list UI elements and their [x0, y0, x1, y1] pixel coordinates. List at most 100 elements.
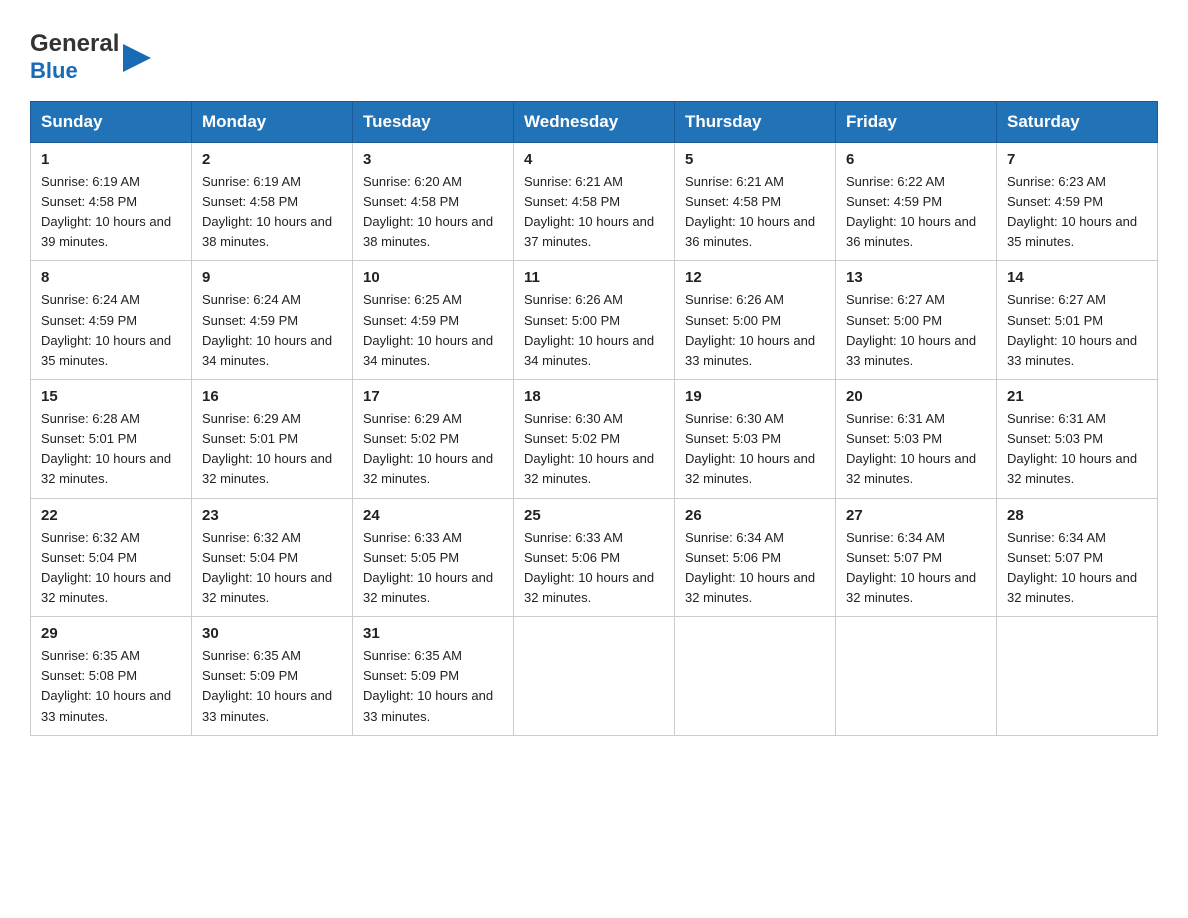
calendar-day-cell: 31 Sunrise: 6:35 AM Sunset: 5:09 PM Dayl…	[353, 617, 514, 736]
day-number: 10	[363, 269, 503, 286]
calendar-empty-cell	[675, 617, 836, 736]
column-header-tuesday: Tuesday	[353, 101, 514, 142]
day-info: Sunrise: 6:23 AM Sunset: 4:59 PM Dayligh…	[1007, 172, 1147, 253]
day-number: 5	[685, 151, 825, 168]
calendar-day-cell: 18 Sunrise: 6:30 AM Sunset: 5:02 PM Dayl…	[514, 380, 675, 499]
day-info: Sunrise: 6:30 AM Sunset: 5:03 PM Dayligh…	[685, 409, 825, 490]
calendar-week-row: 1 Sunrise: 6:19 AM Sunset: 4:58 PM Dayli…	[31, 142, 1158, 261]
day-number: 24	[363, 507, 503, 524]
day-number: 26	[685, 507, 825, 524]
day-number: 31	[363, 625, 503, 642]
logo: General Blue	[30, 30, 151, 83]
calendar-day-cell: 16 Sunrise: 6:29 AM Sunset: 5:01 PM Dayl…	[192, 380, 353, 499]
day-info: Sunrise: 6:20 AM Sunset: 4:58 PM Dayligh…	[363, 172, 503, 253]
calendar-day-cell: 17 Sunrise: 6:29 AM Sunset: 5:02 PM Dayl…	[353, 380, 514, 499]
day-info: Sunrise: 6:27 AM Sunset: 5:01 PM Dayligh…	[1007, 290, 1147, 371]
day-number: 6	[846, 151, 986, 168]
day-info: Sunrise: 6:19 AM Sunset: 4:58 PM Dayligh…	[41, 172, 181, 253]
calendar-day-cell: 6 Sunrise: 6:22 AM Sunset: 4:59 PM Dayli…	[836, 142, 997, 261]
calendar-day-cell: 27 Sunrise: 6:34 AM Sunset: 5:07 PM Dayl…	[836, 498, 997, 617]
calendar-day-cell: 20 Sunrise: 6:31 AM Sunset: 5:03 PM Dayl…	[836, 380, 997, 499]
calendar-empty-cell	[514, 617, 675, 736]
column-header-monday: Monday	[192, 101, 353, 142]
calendar-header-row: SundayMondayTuesdayWednesdayThursdayFrid…	[31, 101, 1158, 142]
calendar-empty-cell	[997, 617, 1158, 736]
column-header-wednesday: Wednesday	[514, 101, 675, 142]
calendar-day-cell: 1 Sunrise: 6:19 AM Sunset: 4:58 PM Dayli…	[31, 142, 192, 261]
day-number: 4	[524, 151, 664, 168]
calendar-week-row: 29 Sunrise: 6:35 AM Sunset: 5:08 PM Dayl…	[31, 617, 1158, 736]
day-info: Sunrise: 6:33 AM Sunset: 5:05 PM Dayligh…	[363, 528, 503, 609]
calendar-day-cell: 3 Sunrise: 6:20 AM Sunset: 4:58 PM Dayli…	[353, 142, 514, 261]
column-header-thursday: Thursday	[675, 101, 836, 142]
day-info: Sunrise: 6:21 AM Sunset: 4:58 PM Dayligh…	[524, 172, 664, 253]
day-info: Sunrise: 6:19 AM Sunset: 4:58 PM Dayligh…	[202, 172, 342, 253]
day-number: 14	[1007, 269, 1147, 286]
day-info: Sunrise: 6:29 AM Sunset: 5:01 PM Dayligh…	[202, 409, 342, 490]
day-info: Sunrise: 6:34 AM Sunset: 5:07 PM Dayligh…	[846, 528, 986, 609]
day-number: 21	[1007, 388, 1147, 405]
calendar-day-cell: 30 Sunrise: 6:35 AM Sunset: 5:09 PM Dayl…	[192, 617, 353, 736]
day-number: 3	[363, 151, 503, 168]
calendar-day-cell: 11 Sunrise: 6:26 AM Sunset: 5:00 PM Dayl…	[514, 261, 675, 380]
day-number: 25	[524, 507, 664, 524]
day-number: 30	[202, 625, 342, 642]
calendar-day-cell: 15 Sunrise: 6:28 AM Sunset: 5:01 PM Dayl…	[31, 380, 192, 499]
logo-text-general: General	[30, 30, 119, 58]
calendar-day-cell: 21 Sunrise: 6:31 AM Sunset: 5:03 PM Dayl…	[997, 380, 1158, 499]
day-info: Sunrise: 6:24 AM Sunset: 4:59 PM Dayligh…	[41, 290, 181, 371]
logo-text-blue: Blue	[30, 58, 119, 83]
calendar-day-cell: 29 Sunrise: 6:35 AM Sunset: 5:08 PM Dayl…	[31, 617, 192, 736]
calendar-day-cell: 24 Sunrise: 6:33 AM Sunset: 5:05 PM Dayl…	[353, 498, 514, 617]
day-info: Sunrise: 6:28 AM Sunset: 5:01 PM Dayligh…	[41, 409, 181, 490]
calendar-day-cell: 14 Sunrise: 6:27 AM Sunset: 5:01 PM Dayl…	[997, 261, 1158, 380]
calendar-week-row: 22 Sunrise: 6:32 AM Sunset: 5:04 PM Dayl…	[31, 498, 1158, 617]
day-number: 15	[41, 388, 181, 405]
day-number: 16	[202, 388, 342, 405]
column-header-saturday: Saturday	[997, 101, 1158, 142]
day-info: Sunrise: 6:34 AM Sunset: 5:07 PM Dayligh…	[1007, 528, 1147, 609]
day-info: Sunrise: 6:32 AM Sunset: 5:04 PM Dayligh…	[41, 528, 181, 609]
day-info: Sunrise: 6:31 AM Sunset: 5:03 PM Dayligh…	[846, 409, 986, 490]
day-number: 13	[846, 269, 986, 286]
day-number: 7	[1007, 151, 1147, 168]
day-number: 20	[846, 388, 986, 405]
day-info: Sunrise: 6:35 AM Sunset: 5:08 PM Dayligh…	[41, 646, 181, 727]
day-info: Sunrise: 6:27 AM Sunset: 5:00 PM Dayligh…	[846, 290, 986, 371]
calendar-day-cell: 8 Sunrise: 6:24 AM Sunset: 4:59 PM Dayli…	[31, 261, 192, 380]
calendar-day-cell: 9 Sunrise: 6:24 AM Sunset: 4:59 PM Dayli…	[192, 261, 353, 380]
calendar-day-cell: 13 Sunrise: 6:27 AM Sunset: 5:00 PM Dayl…	[836, 261, 997, 380]
column-header-sunday: Sunday	[31, 101, 192, 142]
logo-arrow-icon	[123, 44, 151, 72]
day-info: Sunrise: 6:35 AM Sunset: 5:09 PM Dayligh…	[202, 646, 342, 727]
day-info: Sunrise: 6:35 AM Sunset: 5:09 PM Dayligh…	[363, 646, 503, 727]
day-number: 2	[202, 151, 342, 168]
day-number: 19	[685, 388, 825, 405]
day-number: 27	[846, 507, 986, 524]
day-info: Sunrise: 6:24 AM Sunset: 4:59 PM Dayligh…	[202, 290, 342, 371]
day-number: 29	[41, 625, 181, 642]
day-info: Sunrise: 6:30 AM Sunset: 5:02 PM Dayligh…	[524, 409, 664, 490]
day-info: Sunrise: 6:26 AM Sunset: 5:00 PM Dayligh…	[524, 290, 664, 371]
day-number: 28	[1007, 507, 1147, 524]
day-info: Sunrise: 6:22 AM Sunset: 4:59 PM Dayligh…	[846, 172, 986, 253]
calendar-week-row: 8 Sunrise: 6:24 AM Sunset: 4:59 PM Dayli…	[31, 261, 1158, 380]
calendar-day-cell: 7 Sunrise: 6:23 AM Sunset: 4:59 PM Dayli…	[997, 142, 1158, 261]
calendar-day-cell: 4 Sunrise: 6:21 AM Sunset: 4:58 PM Dayli…	[514, 142, 675, 261]
calendar-day-cell: 19 Sunrise: 6:30 AM Sunset: 5:03 PM Dayl…	[675, 380, 836, 499]
calendar-empty-cell	[836, 617, 997, 736]
day-number: 1	[41, 151, 181, 168]
calendar-day-cell: 26 Sunrise: 6:34 AM Sunset: 5:06 PM Dayl…	[675, 498, 836, 617]
day-number: 23	[202, 507, 342, 524]
calendar-day-cell: 28 Sunrise: 6:34 AM Sunset: 5:07 PM Dayl…	[997, 498, 1158, 617]
page-header: General Blue	[30, 20, 1158, 83]
day-info: Sunrise: 6:26 AM Sunset: 5:00 PM Dayligh…	[685, 290, 825, 371]
day-info: Sunrise: 6:21 AM Sunset: 4:58 PM Dayligh…	[685, 172, 825, 253]
calendar-day-cell: 2 Sunrise: 6:19 AM Sunset: 4:58 PM Dayli…	[192, 142, 353, 261]
calendar-day-cell: 5 Sunrise: 6:21 AM Sunset: 4:58 PM Dayli…	[675, 142, 836, 261]
day-info: Sunrise: 6:25 AM Sunset: 4:59 PM Dayligh…	[363, 290, 503, 371]
calendar-day-cell: 12 Sunrise: 6:26 AM Sunset: 5:00 PM Dayl…	[675, 261, 836, 380]
calendar-week-row: 15 Sunrise: 6:28 AM Sunset: 5:01 PM Dayl…	[31, 380, 1158, 499]
day-info: Sunrise: 6:32 AM Sunset: 5:04 PM Dayligh…	[202, 528, 342, 609]
column-header-friday: Friday	[836, 101, 997, 142]
